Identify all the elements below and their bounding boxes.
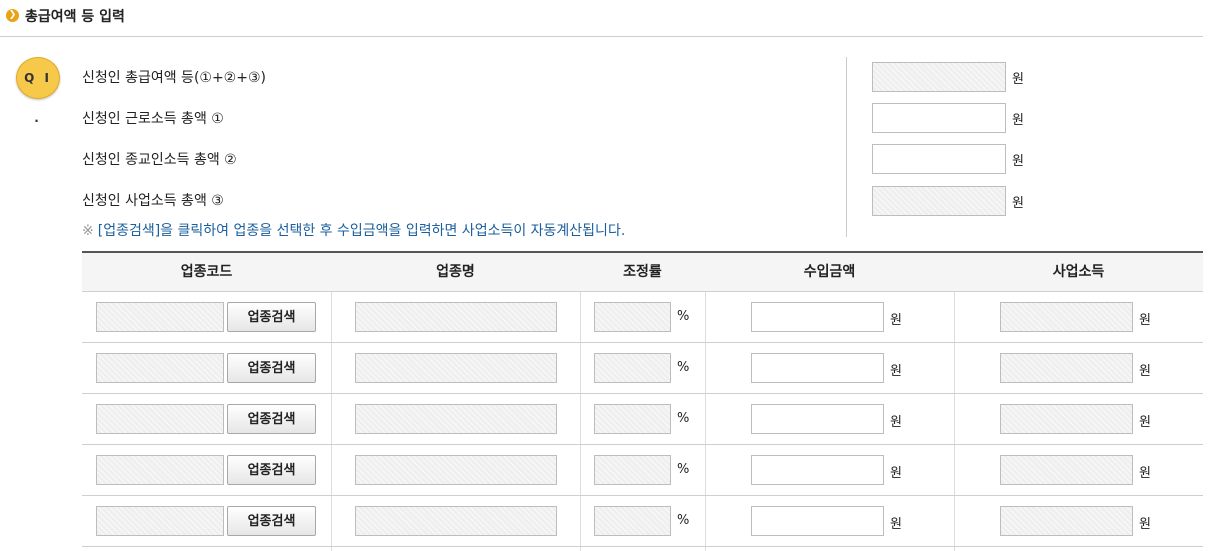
won-unit: 원	[890, 415, 902, 430]
adjustment-rate-field	[594, 404, 671, 434]
religious-income-input[interactable]	[872, 144, 1006, 174]
industry-search-button[interactable]: 업종검색	[227, 353, 316, 383]
industry-code-field	[96, 455, 224, 485]
industry-search-button[interactable]: 업종검색	[227, 506, 316, 536]
header-name: 업종명	[436, 264, 475, 280]
won-unit: 원	[1139, 364, 1151, 379]
adjustment-rate-field	[594, 506, 671, 536]
instruction-note: ※ [업종검색]을 클릭하여 업종을 선택한 후 수입금액을 입력하면 사업소득이…	[82, 220, 625, 240]
business-income-field	[1000, 506, 1133, 536]
revenue-input[interactable]	[751, 404, 884, 434]
table-header: 업종코드 업종명 조정률 수입금액 사업소득	[82, 253, 1203, 292]
won-unit: 원	[1139, 415, 1151, 430]
percent-unit: %	[677, 411, 690, 426]
won-unit: 원	[1139, 517, 1151, 532]
percent-unit: %	[677, 309, 690, 324]
reference-mark: ※	[82, 223, 94, 239]
business-income-total-field	[872, 186, 1006, 216]
revenue-input[interactable]	[751, 506, 884, 536]
won-unit: 원	[1139, 313, 1151, 328]
won-unit: 원	[1012, 72, 1024, 87]
industry-name-field	[355, 302, 557, 332]
section-header: ❯ 총급여액 등 입력	[0, 0, 1203, 37]
won-unit: 원	[890, 364, 902, 379]
business-income-field	[1000, 455, 1133, 485]
instruction-text: [업종검색]을 클릭하여 업종을 선택한 후 수입금액을 입력하면 사업소득이 …	[97, 223, 626, 239]
percent-unit: %	[677, 360, 690, 375]
industry-name-field	[355, 506, 557, 536]
business-table: 업종코드 업종명 조정률 수입금액 사업소득 업종검색 % 원 원 업종검색 %…	[82, 251, 1203, 551]
industry-name-field	[355, 404, 557, 434]
industry-name-field	[355, 455, 557, 485]
total-salary-label: 신청인 총급여액 등(①+②+③)	[82, 70, 266, 86]
won-unit: 원	[890, 517, 902, 532]
percent-unit: %	[677, 513, 690, 528]
industry-name-field	[355, 353, 557, 383]
table-row: 업종검색 % 원 원	[82, 292, 1203, 343]
table-row: 업종검색 % 원 원	[82, 394, 1203, 445]
revenue-input[interactable]	[751, 455, 884, 485]
table-row: 업종검색 % 원 원	[82, 445, 1203, 496]
won-unit: 원	[1012, 196, 1024, 211]
header-code: 업종코드	[180, 264, 233, 280]
business-income-field	[1000, 353, 1133, 383]
circle-arrow-right-icon: ❯	[6, 9, 19, 22]
adjustment-rate-field	[594, 302, 671, 332]
industry-code-field	[96, 302, 224, 332]
industry-code-field	[96, 404, 224, 434]
percent-unit: %	[677, 462, 690, 477]
adjustment-rate-field	[594, 455, 671, 485]
industry-search-button[interactable]: 업종검색	[227, 302, 316, 332]
industry-search-button[interactable]: 업종검색	[227, 455, 316, 485]
won-unit: 원	[1012, 154, 1024, 169]
header-income: 수입금액	[803, 264, 856, 280]
business-income-label: 신청인 사업소득 총액 ③	[82, 193, 224, 209]
business-income-field	[1000, 404, 1133, 434]
won-unit: 원	[890, 466, 902, 481]
revenue-input[interactable]	[751, 302, 884, 332]
industry-code-field	[96, 353, 224, 383]
religious-income-label: 신청인 종교인소득 총액 ②	[82, 152, 237, 168]
total-salary-field	[872, 62, 1006, 92]
section-title: 총급여액 등 입력	[25, 9, 125, 25]
header-rate: 조정률	[623, 264, 662, 280]
earned-income-label: 신청인 근로소득 총액 ①	[82, 111, 224, 127]
divider	[846, 57, 847, 237]
revenue-input[interactable]	[751, 353, 884, 383]
business-income-field	[1000, 302, 1133, 332]
adjustment-rate-field	[594, 353, 671, 383]
won-unit: 원	[1012, 113, 1024, 128]
table-row: 업종검색 % 원 원	[82, 496, 1203, 547]
question-badge: Q I .	[16, 57, 60, 125]
industry-search-button[interactable]: 업종검색	[227, 404, 316, 434]
won-unit: 원	[1139, 466, 1151, 481]
industry-code-field	[96, 506, 224, 536]
table-row: 업종검색 % 원 원	[82, 343, 1203, 394]
earned-income-input[interactable]	[872, 103, 1006, 133]
header-business-income: 사업소득	[1052, 264, 1105, 280]
won-unit: 원	[890, 313, 902, 328]
